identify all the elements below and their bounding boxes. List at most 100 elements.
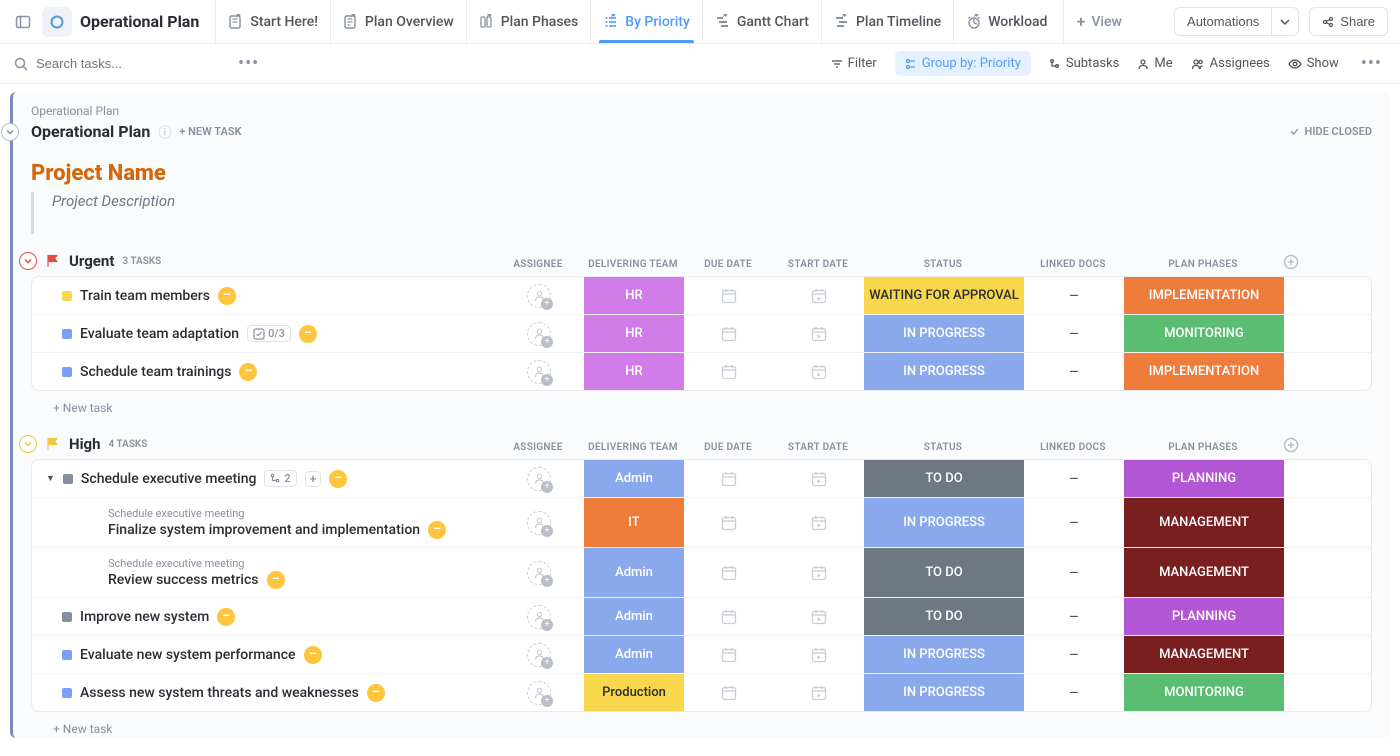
linked-docs-cell[interactable]: –	[1024, 286, 1124, 305]
col-status[interactable]: STATUS	[863, 259, 1023, 270]
due-date-cell[interactable]	[684, 287, 774, 305]
plan-phase-cell[interactable]: MONITORING	[1124, 674, 1284, 711]
assignees-button[interactable]: Assignees	[1191, 56, 1270, 71]
status-cell[interactable]: TO DO	[864, 460, 1024, 497]
add-view-button[interactable]: +View	[1063, 0, 1133, 43]
status-cell[interactable]: IN PROGRESS	[864, 498, 1024, 547]
filter-button[interactable]: Filter	[831, 56, 877, 71]
task-row[interactable]: Assess new system threats and weaknesses…	[32, 674, 1371, 711]
sidebar-toggle-icon[interactable]	[12, 11, 34, 33]
status-cell[interactable]: IN PROGRESS	[864, 353, 1024, 390]
linked-docs-cell[interactable]: –	[1024, 607, 1124, 626]
col-linked-docs[interactable]: LINKED DOCS	[1023, 259, 1123, 270]
task-row[interactable]: Evaluate new system performance– + Admin…	[32, 636, 1371, 674]
task-row[interactable]: Schedule executive meetingReview success…	[32, 548, 1371, 598]
col-assignee[interactable]: ASSIGNEE	[493, 442, 583, 453]
col-plan-phases[interactable]: PLAN PHASES	[1123, 259, 1283, 270]
task-name[interactable]: Evaluate team adaptation	[80, 326, 239, 342]
add-column-icon[interactable]	[1283, 437, 1323, 453]
linked-docs-cell[interactable]: –	[1024, 683, 1124, 702]
delivering-team-cell[interactable]: HR	[584, 277, 684, 314]
subtask-count-badge[interactable]: 2	[264, 470, 296, 487]
tab-timeline[interactable]: Plan Timeline	[821, 0, 953, 43]
collapse-group-icon[interactable]	[19, 252, 37, 270]
start-date-cell[interactable]	[774, 564, 864, 582]
due-date-cell[interactable]	[684, 646, 774, 664]
collapse-group-icon[interactable]	[19, 435, 37, 453]
linked-docs-cell[interactable]: –	[1024, 362, 1124, 381]
status-cell[interactable]: WAITING FOR APPROVAL	[864, 277, 1024, 314]
task-name[interactable]: Schedule team trainings	[80, 364, 231, 380]
assignee-cell[interactable]: +	[494, 681, 584, 705]
status-cell[interactable]: TO DO	[864, 598, 1024, 635]
automations-dropdown-button[interactable]	[1271, 7, 1299, 36]
assignee-cell[interactable]: +	[494, 605, 584, 629]
hide-closed-button[interactable]: HIDE CLOSED	[1289, 125, 1372, 138]
tab-priority[interactable]: By Priority	[590, 0, 702, 43]
automations-button[interactable]: Automations	[1174, 7, 1271, 36]
task-options-icon[interactable]: –	[239, 363, 257, 381]
plan-phase-cell[interactable]: IMPLEMENTATION	[1124, 277, 1284, 314]
task-name[interactable]: Schedule executive meeting	[81, 471, 257, 487]
delivering-team-cell[interactable]: Production	[584, 674, 684, 711]
task-name[interactable]: Assess new system threats and weaknesses	[80, 685, 359, 701]
task-name[interactable]: Review success metrics –	[108, 571, 285, 589]
task-options-icon[interactable]: –	[367, 684, 385, 702]
status-cell[interactable]: IN PROGRESS	[864, 674, 1024, 711]
task-options-icon[interactable]: –	[329, 470, 347, 488]
due-date-cell[interactable]	[684, 608, 774, 626]
search-input[interactable]	[36, 56, 176, 71]
linked-docs-cell[interactable]: –	[1024, 513, 1124, 532]
start-date-cell[interactable]	[774, 514, 864, 532]
task-options-icon[interactable]: –	[218, 287, 236, 305]
col-delivering-team[interactable]: DELIVERING TEAM	[583, 259, 683, 270]
delivering-team-cell[interactable]: HR	[584, 315, 684, 352]
col-plan-phases[interactable]: PLAN PHASES	[1123, 442, 1283, 453]
tab-start[interactable]: Start Here!	[215, 0, 330, 43]
task-options-icon[interactable]: –	[304, 646, 322, 664]
col-delivering-team[interactable]: DELIVERING TEAM	[583, 442, 683, 453]
task-options-icon[interactable]: –	[428, 521, 446, 539]
due-date-cell[interactable]	[684, 325, 774, 343]
tab-overview[interactable]: Plan Overview	[330, 0, 466, 43]
task-row[interactable]: Schedule team trainings– + HR IN PROGRES…	[32, 353, 1371, 390]
col-linked-docs[interactable]: LINKED DOCS	[1023, 442, 1123, 453]
task-row[interactable]: Evaluate team adaptation0/3– + HR IN PRO…	[32, 315, 1371, 353]
group-name[interactable]: High	[69, 435, 101, 453]
linked-docs-cell[interactable]: –	[1024, 324, 1124, 343]
show-button[interactable]: Show	[1288, 56, 1339, 71]
task-name[interactable]: Finalize system improvement and implemen…	[108, 521, 446, 539]
me-button[interactable]: Me	[1137, 56, 1172, 71]
task-options-icon[interactable]: –	[217, 608, 235, 626]
delivering-team-cell[interactable]: Admin	[584, 460, 684, 497]
col-assignee[interactable]: ASSIGNEE	[493, 259, 583, 270]
start-date-cell[interactable]	[774, 646, 864, 664]
start-date-cell[interactable]	[774, 287, 864, 305]
status-cell[interactable]: IN PROGRESS	[864, 636, 1024, 673]
status-cell[interactable]: IN PROGRESS	[864, 315, 1024, 352]
linked-docs-cell[interactable]: –	[1024, 469, 1124, 488]
due-date-cell[interactable]	[684, 363, 774, 381]
add-subtask-icon[interactable]: +	[305, 471, 322, 487]
collapse-list-icon[interactable]	[1, 123, 19, 141]
info-icon[interactable]: ⓘ	[158, 122, 171, 141]
tab-phases[interactable]: Plan Phases	[466, 0, 591, 43]
toolbar-more-icon[interactable]: •••	[1357, 49, 1386, 78]
breadcrumb[interactable]: Operational Plan	[31, 104, 1372, 118]
task-name[interactable]: Train team members	[80, 288, 210, 304]
subtask-progress-badge[interactable]: 0/3	[247, 325, 291, 342]
due-date-cell[interactable]	[684, 514, 774, 532]
plan-phase-cell[interactable]: MANAGEMENT	[1124, 548, 1284, 597]
start-date-cell[interactable]	[774, 684, 864, 702]
start-date-cell[interactable]	[774, 608, 864, 626]
plan-phase-cell[interactable]: IMPLEMENTATION	[1124, 353, 1284, 390]
group-by-button[interactable]: Group by: Priority	[895, 51, 1031, 76]
linked-docs-cell[interactable]: –	[1024, 563, 1124, 582]
delivering-team-cell[interactable]: HR	[584, 353, 684, 390]
assignee-cell[interactable]: +	[494, 561, 584, 585]
workspace-icon[interactable]	[42, 7, 72, 37]
search-box[interactable]	[14, 56, 214, 71]
task-row[interactable]: Train team members– + HR WAITING FOR APP…	[32, 277, 1371, 315]
task-name[interactable]: Evaluate new system performance	[80, 647, 296, 663]
plan-phase-cell[interactable]: MANAGEMENT	[1124, 636, 1284, 673]
